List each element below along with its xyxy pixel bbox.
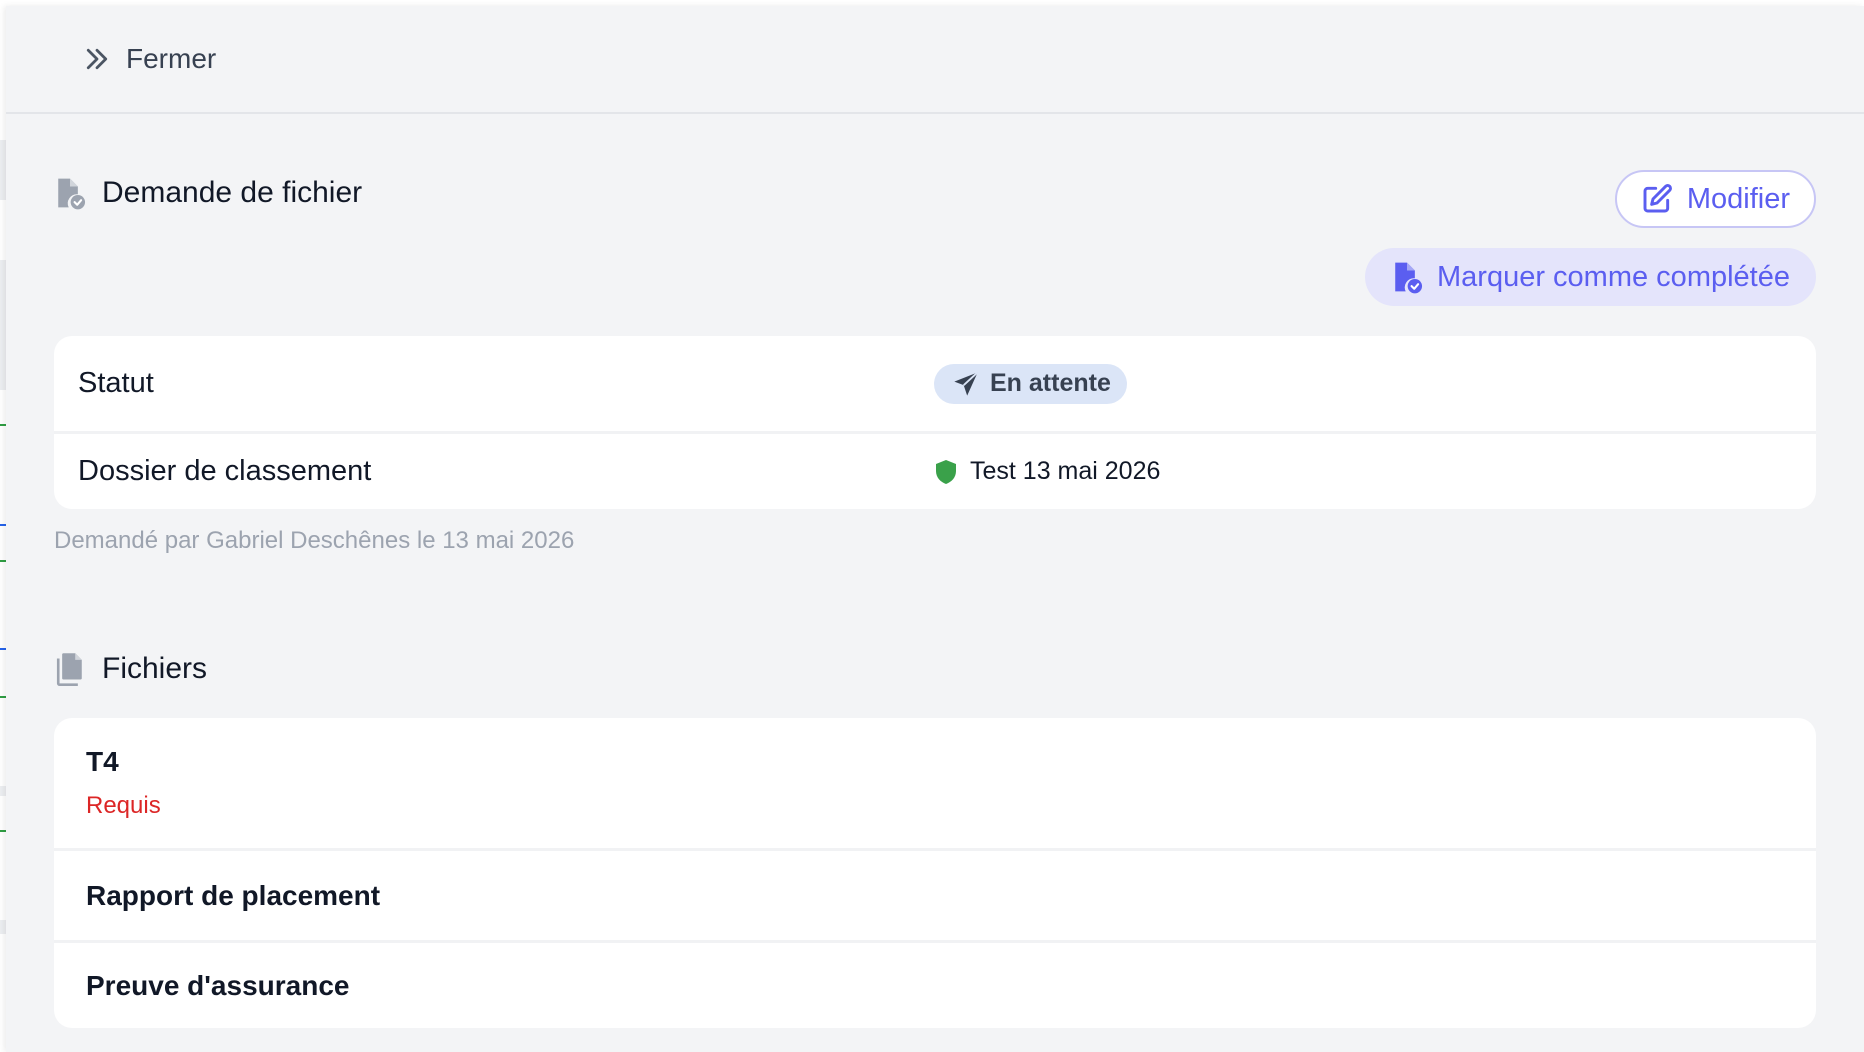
file-check-icon [54, 176, 86, 210]
mark-completed-label: Marquer comme complétée [1437, 260, 1790, 293]
file-name: T4 [86, 746, 119, 777]
edit-button[interactable]: Modifier [1614, 170, 1816, 228]
file-name: Rapport de placement [86, 879, 381, 911]
files-heading: Fichiers [54, 644, 1816, 694]
request-details-card: Statut En attente Dossier de classement [54, 336, 1816, 509]
filing-folder-row: Dossier de classement Test 13 mai 2026 [54, 431, 1816, 509]
required-badge: Requis [86, 792, 161, 819]
filing-folder-label: Dossier de classement [78, 455, 372, 487]
file-check-icon [1391, 260, 1423, 294]
status-row: Statut En attente [54, 336, 1816, 431]
filing-folder-value: Test 13 mai 2026 [934, 457, 1160, 486]
files-section: Fichiers T4 Requis Rapport de placement … [54, 644, 1816, 1028]
files-title: Fichiers [102, 652, 208, 685]
file-item-proof-of-insurance[interactable]: Preuve d'assurance [54, 940, 1816, 1028]
request-actions: Modifier Marquer comme complétée [1365, 170, 1816, 306]
mark-completed-button[interactable]: Marquer comme complétée [1365, 248, 1816, 306]
files-icon [54, 652, 86, 686]
files-list: T4 Requis Rapport de placement Preuve d'… [54, 718, 1816, 1028]
filing-folder-name: Test 13 mai 2026 [970, 457, 1161, 485]
status-label: Statut [78, 367, 154, 399]
double-chevron-right-icon [82, 44, 112, 74]
edit-icon [1641, 183, 1673, 215]
paper-plane-icon [952, 370, 980, 398]
status-badge: En attente [934, 363, 1127, 404]
file-item-placement-report[interactable]: Rapport de placement [54, 848, 1816, 940]
file-request-panel: Fermer Demande de fichier Modifier Marqu… [6, 6, 1864, 1052]
panel-header: Fermer [6, 6, 1864, 114]
file-request-title: Demande de fichier [102, 176, 363, 209]
close-label: Fermer [126, 43, 217, 74]
status-value: En attente [990, 369, 1111, 397]
close-button[interactable]: Fermer [82, 43, 216, 75]
requested-by-text: Demandé par Gabriel Deschênes le 13 mai … [54, 527, 575, 554]
edit-label: Modifier [1686, 182, 1790, 215]
shield-icon [934, 459, 958, 485]
file-request-section: Demande de fichier Modifier Marquer comm… [54, 168, 1816, 555]
file-item-t4[interactable]: T4 Requis [54, 718, 1816, 848]
file-name: Preuve d'assurance [86, 969, 350, 1001]
